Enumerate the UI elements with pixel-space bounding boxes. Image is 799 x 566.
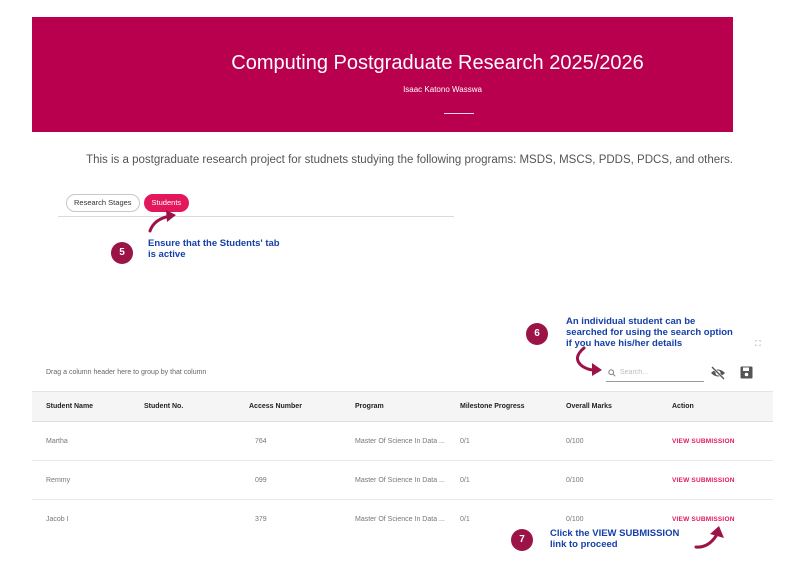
step-badge-6: 6 (526, 323, 548, 345)
callout-7-line2: link to proceed (550, 539, 618, 550)
column-header-student-no[interactable]: Student No. (130, 392, 235, 421)
search-box (606, 364, 704, 382)
group-panel-hint: Drag a column header here to group by th… (46, 369, 207, 376)
program-cell: Master Of Science In Data ... (355, 437, 445, 445)
callout-arrow-7 (694, 526, 724, 549)
callout-arrow-6 (576, 346, 602, 376)
step-badge-5: 5 (111, 242, 133, 264)
column-header-action[interactable]: Action (658, 392, 773, 421)
redaction-mask (72, 502, 254, 538)
view-submission-link[interactable]: VIEW SUBMISSION (672, 438, 735, 445)
redaction-mask (72, 463, 254, 499)
page-title: Computing Postgraduate Research 2025/202… (231, 52, 644, 74)
tab-research-stages[interactable]: Research Stages (66, 194, 140, 212)
callout-5-line2: is active (148, 249, 186, 260)
callout-arrow-5 (148, 210, 176, 233)
callout-6-text: An individual student can be searched fo… (566, 316, 733, 349)
page-banner: Computing Postgraduate Research 2025/202… (32, 17, 733, 132)
program-cell: Master Of Science In Data ... (355, 476, 445, 484)
program-cell: Master Of Science In Data ... (355, 516, 445, 523)
milestone-cell: 0/1 (460, 516, 470, 523)
column-header-milestone-progress[interactable]: Milestone Progress (446, 392, 552, 421)
view-submission-link[interactable]: VIEW SUBMISSION (672, 477, 735, 484)
milestone-cell: 0/1 (460, 437, 470, 445)
action-cell: VIEW SUBMISSION (658, 422, 773, 460)
action-cell: VIEW SUBMISSION (658, 461, 773, 499)
column-header-program[interactable]: Program (341, 392, 446, 421)
milestone-cell: 0/1 (460, 476, 470, 484)
marks-cell: 0/100 (566, 437, 584, 445)
search-input[interactable] (620, 369, 700, 376)
column-chooser-eye-off-icon[interactable] (710, 366, 726, 385)
column-header-student-name[interactable]: Student Name (32, 392, 130, 421)
grid-header: Student Name Student No. Access Number P… (32, 391, 773, 422)
callout-6-line2: searched for using the search option (566, 327, 733, 338)
redaction-mask (72, 423, 254, 459)
column-header-access-number[interactable]: Access Number (235, 392, 341, 421)
callout-7-line1: Click the VIEW SUBMISSION (550, 528, 680, 539)
marks-cell: 0/100 (566, 476, 584, 484)
view-submission-link[interactable]: VIEW SUBMISSION (672, 516, 735, 523)
author-name: Isaac Katono Wasswa (403, 85, 482, 94)
column-header-overall-marks[interactable]: Overall Marks (552, 392, 658, 421)
callout-5-line1: Ensure that the Students' tab (148, 238, 280, 249)
project-description: This is a postgraduate research project … (86, 154, 733, 166)
step-badge-7: 7 (511, 529, 533, 551)
search-icon (608, 364, 616, 382)
tab-underline (58, 216, 454, 217)
callout-7-text: Click the VIEW SUBMISSION link to procee… (550, 528, 679, 550)
save-icon[interactable] (740, 366, 753, 384)
callout-6-line1: An individual student can be (566, 316, 696, 327)
callout-5-text: Ensure that the Students' tab is active (148, 238, 280, 260)
expand-icon[interactable]: ⛶ (755, 339, 761, 349)
banner-divider (444, 113, 474, 114)
